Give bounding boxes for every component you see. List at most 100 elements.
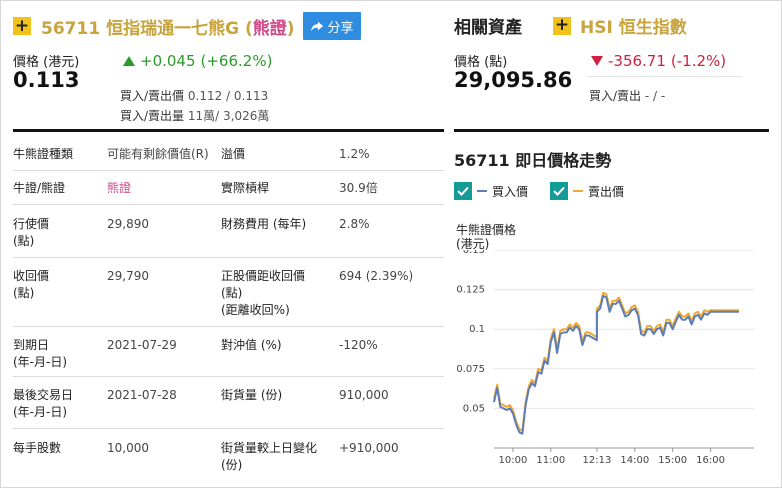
y-tick-label: 0.15: [463, 250, 485, 256]
detail-value: 10,000: [107, 441, 149, 455]
detail-value: 694 (2.39%): [339, 269, 414, 283]
bid-ask-volume-value: 11萬/ 3,026萬: [187, 109, 270, 123]
y-tick-label: 0.075: [456, 364, 485, 375]
bid-ask-volume: 買入/賣出量 11萬/ 3,026萬: [120, 107, 269, 124]
detail-value: 29,890: [107, 217, 149, 231]
detail-key: 溢價: [221, 147, 246, 161]
detail-key-unit: (點): [13, 286, 35, 300]
hsi-code: HSI: [580, 18, 613, 38]
share-button[interactable]: 分享: [302, 12, 361, 40]
detail-key-unit: (點): [221, 286, 243, 300]
warrant-code: 56711: [41, 18, 101, 39]
section-divider: [13, 129, 444, 132]
price-value: 0.113: [13, 68, 80, 92]
warrant-kind-open: (: [239, 18, 253, 39]
detail-key-unit: (點): [13, 234, 35, 248]
warrant-kind-close: ): [286, 18, 295, 39]
bid-ask-volume-label: 買入/賣出量: [120, 109, 185, 123]
section-divider: [454, 129, 769, 132]
x-tick-label: 11:00: [536, 455, 565, 466]
share-label: 分享: [327, 20, 354, 36]
chart-title: 56711 即日價格走勢: [454, 151, 612, 170]
add-watchlist-icon[interactable]: +: [13, 17, 31, 35]
x-tick-label: 15:00: [658, 455, 687, 466]
change-value: +0.045: [140, 52, 196, 70]
detail-key: 收回價: [13, 269, 50, 283]
detail-value: 熊證: [107, 181, 132, 195]
row-divider: [13, 376, 444, 377]
row-divider: [13, 204, 444, 205]
detail-value: 可能有剩餘價值(R): [107, 147, 209, 161]
detail-key: 街貨量 (份): [221, 388, 283, 402]
x-tick-label: 12:13: [583, 455, 612, 466]
detail-key: 財務費用 (每年): [221, 217, 307, 231]
detail-key-note: (距離收回%): [221, 303, 290, 317]
y-tick-label: 0.125: [456, 285, 485, 296]
hsi-bid-ask-label: 買入/賣出: [589, 89, 642, 103]
warrant-header: + 56711 恒指瑞通一七熊G (熊證) 分享: [13, 12, 361, 40]
warrant-kind: 熊證: [252, 18, 287, 39]
detail-value: -120%: [339, 338, 378, 352]
checkbox-checked-icon[interactable]: [454, 182, 472, 200]
row-divider: [13, 326, 444, 327]
detail-value: 1.2%: [339, 147, 370, 161]
detail-key: 正股價距收回價: [221, 269, 306, 283]
detail-key: 實際槓桿: [221, 181, 270, 195]
detail-key: 行使價: [13, 217, 50, 231]
row-divider: [13, 428, 444, 429]
hsi-header: + HSI 恒生指數: [553, 13, 687, 38]
intraday-chart[interactable]: 0.15 0.125 0.1 0.075 0.05 10:00 11:00 12:13 14:0…: [454, 250, 769, 470]
share-icon: [310, 21, 323, 32]
detail-value: 2021-07-28: [107, 388, 177, 402]
hsi-title: HSI 恒生指數: [580, 13, 687, 38]
detail-value: 30.9倍: [339, 181, 378, 195]
detail-key: 牛熊證種類: [13, 147, 74, 161]
hsi-divider: [588, 76, 742, 77]
detail-key: 到期日: [13, 338, 50, 352]
detail-key: 最後交易日: [13, 388, 74, 402]
legend-bid-swatch: [477, 190, 487, 192]
change-percent: (+66.2%): [200, 52, 273, 70]
x-tick-label: 16:00: [696, 455, 725, 466]
warrant-title: 56711 恒指瑞通一七熊G (熊證): [41, 14, 295, 39]
legend-ask-swatch: [573, 190, 584, 192]
price-change: +0.045 (+66.2%): [123, 52, 272, 70]
detail-value: +910,000: [339, 441, 399, 455]
row-divider: [13, 170, 444, 171]
hsi-change-percent: (-1.2%): [670, 52, 727, 70]
bid-ask-price: 買入/賣出價 0.112 / 0.113: [120, 87, 268, 104]
row-divider: [13, 257, 444, 258]
x-tick-label: 14:00: [620, 455, 649, 466]
detail-value: 29,790: [107, 269, 149, 283]
detail-value: 2021-07-29: [107, 338, 177, 352]
down-arrow-icon: [591, 56, 603, 66]
series-line-bid: [493, 294, 739, 435]
x-tick-label: 10:00: [499, 455, 528, 466]
detail-key: 對沖值 (%): [221, 338, 282, 352]
detail-value: 2.8%: [339, 217, 370, 231]
related-asset-title: 相關資產: [454, 18, 522, 38]
up-arrow-icon: [123, 56, 135, 66]
hsi-bid-ask-value: - / -: [644, 89, 666, 103]
legend-ask-label: 賣出價: [588, 184, 625, 199]
legend-ask[interactable]: 賣出價: [550, 182, 624, 200]
detail-key: 牛證/熊證: [13, 181, 66, 195]
detail-key-unit: (年-月-日): [13, 355, 68, 369]
y-tick-label: 0.05: [463, 403, 485, 414]
series-line-ask: [493, 291, 739, 432]
legend-bid-label: 買入價: [492, 184, 529, 199]
hsi-change-value: -356.71: [608, 52, 666, 70]
hsi-name: 恒生指數: [618, 18, 687, 38]
hsi-price-value: 29,095.86: [454, 68, 573, 92]
add-watchlist-icon[interactable]: +: [553, 16, 571, 35]
detail-key: 每手股數: [13, 441, 62, 455]
bid-ask-label: 買入/賣出價: [120, 89, 185, 103]
detail-key-unit: (年-月-日): [13, 405, 68, 419]
bid-ask-value: 0.112 / 0.113: [187, 89, 269, 103]
checkbox-checked-icon[interactable]: [550, 182, 569, 200]
detail-key-unit: (份): [221, 458, 243, 472]
legend-bid[interactable]: 買入價: [454, 182, 528, 200]
chart-legend: 買入價 賣出價: [454, 182, 646, 200]
y-tick-label: 0.1: [469, 324, 485, 335]
detail-key: 街貨量較上日變化: [221, 441, 318, 455]
